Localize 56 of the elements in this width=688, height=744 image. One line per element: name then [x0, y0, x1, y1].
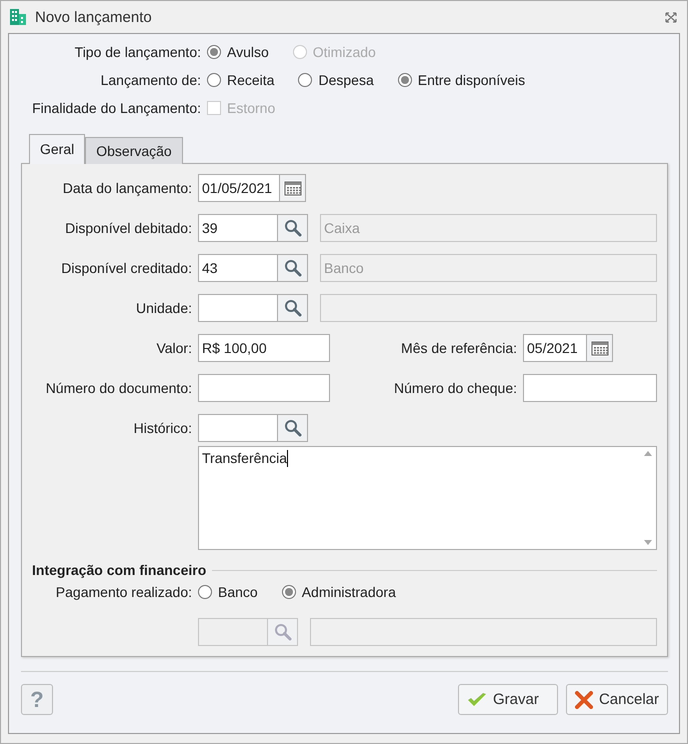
- month-field[interactable]: 05/2021: [523, 334, 587, 362]
- description-field: Caixa: [320, 214, 657, 242]
- tab[interactable]: Geral: [29, 134, 86, 164]
- radio-button[interactable]: Banco: [198, 584, 258, 600]
- close-icon[interactable]: [665, 12, 677, 22]
- field-label: Data do lançamento:: [62, 180, 192, 196]
- field-label: Lançamento de:: [100, 72, 202, 88]
- field-label: Número do cheque:: [393, 380, 517, 396]
- text-field[interactable]: R$ 100,00: [198, 334, 330, 362]
- field-label: Tipo de lançamento:: [74, 44, 202, 60]
- text-field[interactable]: [198, 374, 330, 402]
- date-field[interactable]: 01/05/2021: [198, 174, 280, 202]
- calendar-icon: [284, 180, 302, 196]
- field-label: Finalidade do Lançamento:: [31, 100, 202, 116]
- window-title: Novo lançamento: [35, 8, 152, 26]
- code-field[interactable]: [198, 294, 278, 322]
- description-field: Banco: [320, 254, 657, 282]
- calendar-icon: [590, 340, 608, 356]
- code-field[interactable]: 43: [198, 254, 278, 282]
- check-icon: [466, 692, 487, 708]
- field-label: Número do documento:: [44, 380, 192, 396]
- field-label: Unidade:: [134, 300, 192, 316]
- radio-button[interactable]: Despesa: [298, 72, 374, 88]
- building-icon: [9, 8, 27, 26]
- radio-button[interactable]: Receita: [207, 72, 274, 88]
- code-field[interactable]: [198, 414, 278, 442]
- radio-button[interactable]: Administradora: [282, 584, 396, 600]
- search-icon: [284, 419, 302, 437]
- search-icon: [274, 623, 292, 641]
- text-field[interactable]: [523, 374, 657, 402]
- radio-button[interactable]: Entre disponíveis: [398, 72, 526, 88]
- tab[interactable]: Observação: [85, 137, 183, 164]
- search-icon: [284, 299, 302, 317]
- search-icon: [284, 259, 302, 277]
- save-button[interactable]: Gravar: [458, 684, 558, 715]
- field-label: Mês de referência:: [400, 340, 517, 356]
- calendar-button[interactable]: [280, 174, 306, 202]
- field-label: Disponível debitado:: [64, 220, 192, 236]
- radio-button[interactable]: Avulso: [207, 44, 269, 60]
- section-title: Integração com financeiro: [32, 562, 206, 578]
- search-button[interactable]: [278, 414, 308, 442]
- cross-icon: [574, 690, 593, 708]
- calendar-button[interactable]: [587, 334, 613, 362]
- code-field[interactable]: 39: [198, 214, 278, 242]
- search-button[interactable]: [278, 294, 308, 322]
- scroll-up-icon[interactable]: [644, 451, 652, 456]
- field-label: Valor:: [155, 340, 192, 356]
- field-label: Disponível creditado:: [60, 260, 192, 276]
- search-button[interactable]: [278, 254, 308, 282]
- search-button[interactable]: [278, 214, 308, 242]
- search-button[interactable]: [268, 618, 298, 646]
- scroll-down-icon[interactable]: [644, 540, 652, 545]
- field-label: Pagamento realizado:: [54, 584, 192, 600]
- cancel-button[interactable]: Cancelar: [566, 684, 668, 715]
- field-label: Histórico:: [132, 420, 192, 436]
- search-icon: [284, 219, 302, 237]
